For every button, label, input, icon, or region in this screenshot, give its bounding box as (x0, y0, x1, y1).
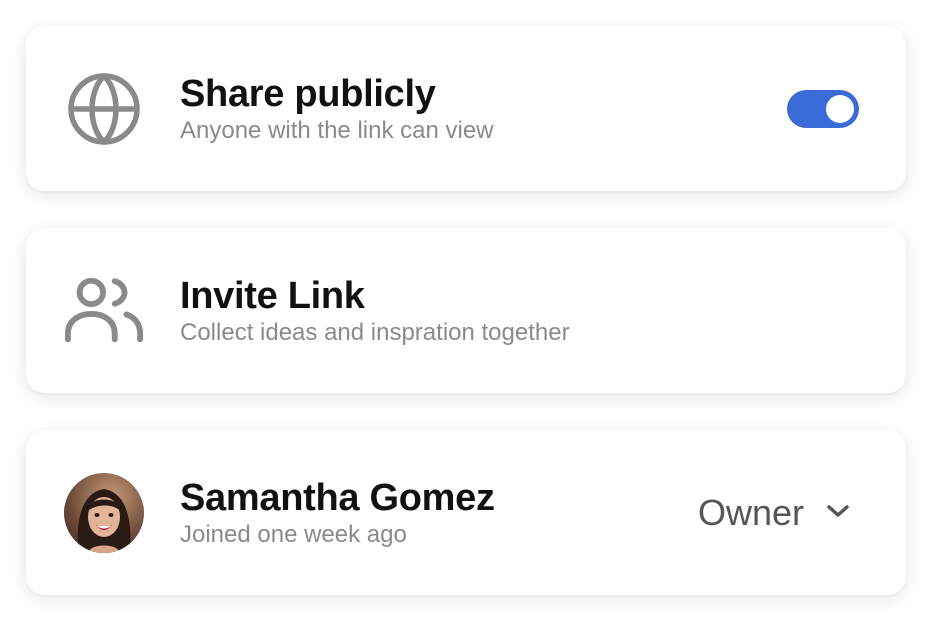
role-dropdown[interactable]: Owner (698, 492, 850, 534)
share-public-toggle[interactable] (787, 90, 859, 128)
share-publicly-card: Share publicly Anyone with the link can … (26, 26, 906, 191)
invite-text: Invite Link Collect ideas and inspration… (180, 274, 570, 348)
member-name: Samantha Gomez (180, 477, 495, 519)
role-label: Owner (697, 492, 804, 533)
share-subtitle: Anyone with the link can view (180, 117, 494, 144)
users-icon (64, 271, 144, 351)
member-card: Samantha Gomez Joined one week ago Owner (26, 430, 906, 595)
invite-title: Invite Link (180, 275, 365, 317)
avatar (64, 473, 144, 553)
toggle-knob (826, 95, 854, 123)
share-title: Share publicly (180, 73, 436, 115)
member-text: Samantha Gomez Joined one week ago (180, 476, 495, 550)
share-text: Share publicly Anyone with the link can … (180, 72, 494, 146)
globe-icon (64, 69, 144, 149)
invite-link-card[interactable]: Invite Link Collect ideas and inspration… (26, 228, 906, 393)
member-joined: Joined one week ago (180, 521, 407, 548)
chevron-down-icon (826, 503, 850, 524)
invite-subtitle: Collect ideas and inspration together (180, 319, 570, 346)
